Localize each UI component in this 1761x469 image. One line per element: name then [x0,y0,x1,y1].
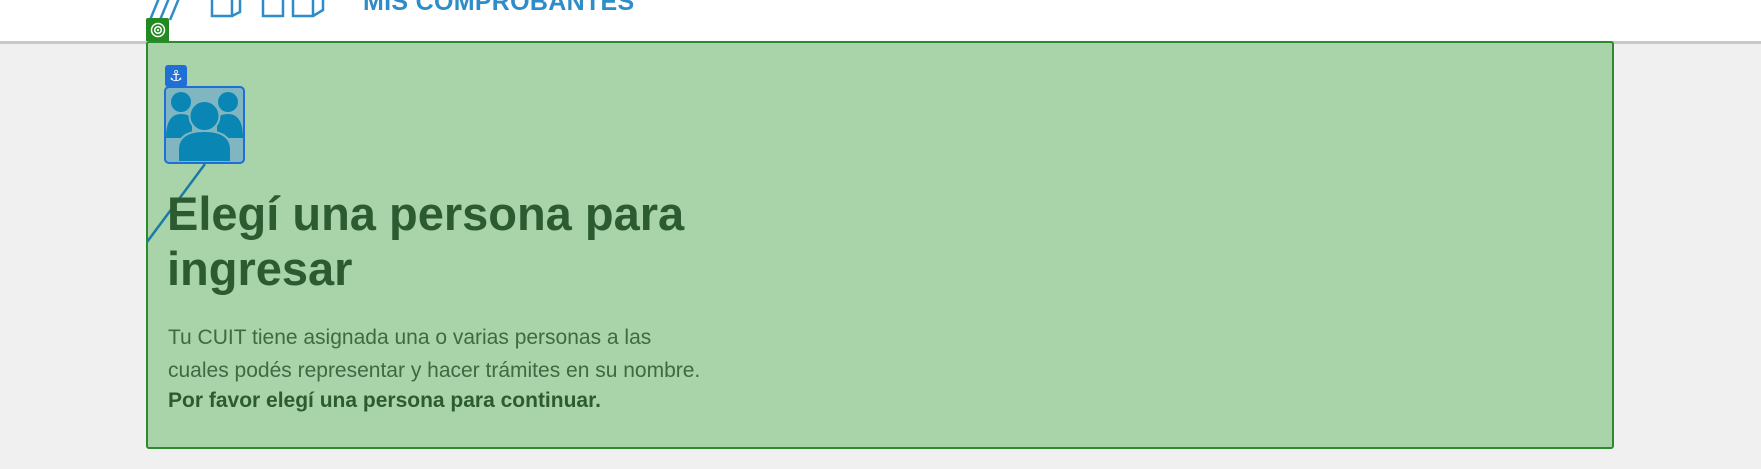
target-icon [146,18,169,41]
group-users-icon[interactable] [164,86,245,164]
page-heading: Elegí una persona para ingresar [167,187,685,295]
app-title: MIS COMPROBANTES [363,0,635,16]
top-header: MIS COMPROBANTES [0,0,1761,44]
description-line-2: cuales podés representar y hacer trámite… [168,359,701,382]
afip-logo-icon [148,0,325,21]
description-instruction: Por favor elegí una persona para continu… [168,389,601,412]
description-line-1: Tu CUIT tiene asignada una o varias pers… [168,326,652,349]
anchor-icon: ⚓ [165,65,187,87]
page-description: Tu CUIT tiene asignada una o varias pers… [168,321,748,387]
